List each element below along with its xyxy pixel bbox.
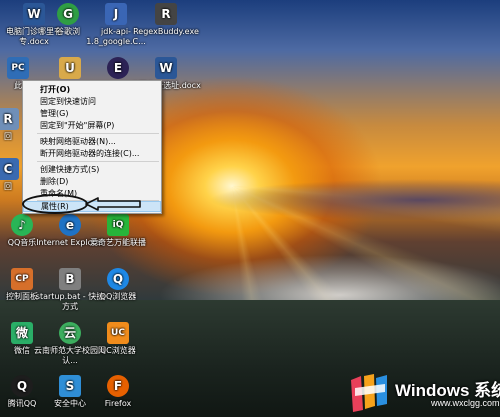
desktop-wallpaper[interactable]: W 电脑门诊哪里有专.docx G 谷歌浏 J jdk-api-1.8_goog… <box>0 0 500 417</box>
desktop-icon-firefox[interactable]: F Firefox <box>82 375 154 409</box>
menu-item-pin-start[interactable]: 固定到"开始"屏幕(P) <box>23 120 161 131</box>
watermark-logo: Windows 系统城 www.wxclgg.com <box>343 370 500 416</box>
chrome-icon: G <box>57 3 79 25</box>
desktop-icon-label: QQ浏览器 <box>99 292 137 301</box>
campus-net-icon: 云 <box>59 322 81 344</box>
qq-music-icon: ♪ <box>11 214 33 236</box>
desktop-icon-label: RegexBuddy.exe <box>133 27 199 36</box>
iqiyi-icon: iQ <box>107 214 129 236</box>
menu-separator <box>37 161 159 162</box>
menu-item-pin-quick-access[interactable]: 固定到快速访问 <box>23 96 161 107</box>
desktop-icon-iqiyi[interactable]: iQ 爱奇艺万能联播 <box>82 214 154 248</box>
ie-icon: e <box>59 214 81 236</box>
menu-separator <box>37 133 159 134</box>
menu-item-open[interactable]: 打开(O) <box>23 84 161 95</box>
desktop-icon-regexbuddy[interactable]: R RegexBuddy.exe <box>130 3 202 37</box>
regex-app-icon: R <box>155 3 177 25</box>
qq-browser-icon: Q <box>107 268 129 290</box>
menu-item-create-shortcut[interactable]: 创建快捷方式(S) <box>23 164 161 175</box>
wechat-icon: 微 <box>11 322 33 344</box>
security-center-icon: S <box>59 375 81 397</box>
watermark-url: www.wxclgg.com <box>431 398 500 408</box>
this-pc-icon: PC <box>7 57 29 79</box>
windows-logo-icon <box>351 374 387 412</box>
control-icon: C <box>0 158 19 180</box>
menu-item-disconnect-network-drive[interactable]: 断开网络驱动器的连接(C)... <box>23 148 161 159</box>
qq-icon: Q <box>11 375 33 397</box>
desktop-icon-label: UC浏览器 <box>100 346 136 355</box>
menu-item-map-network-drive[interactable]: 映射网络驱动器(N)... <box>23 136 161 147</box>
firefox-icon: F <box>107 375 129 397</box>
desktop-icon-uc-browser[interactable]: UC UC浏览器 <box>82 322 154 356</box>
user-folder-icon: U <box>59 57 81 79</box>
control-panel-icon: CP <box>11 268 33 290</box>
bat-file-icon: B <box>59 268 81 290</box>
eclipse-icon: E <box>107 57 129 79</box>
recycle-bin-icon: R <box>0 108 19 130</box>
menu-item-delete[interactable]: 删除(D) <box>23 176 161 187</box>
menu-item-manage[interactable]: 管理(G) <box>23 108 161 119</box>
desktop-icon-label: 爱奇艺万能联播 <box>90 238 146 247</box>
annotation-arrow-icon <box>85 197 141 211</box>
archive-icon: J <box>105 3 127 25</box>
annotation-ellipse <box>22 194 88 214</box>
word-doc-icon: W <box>155 57 177 79</box>
uc-browser-icon: UC <box>107 322 129 344</box>
desktop-icon-label: Firefox <box>104 399 132 408</box>
desktop-icon-qq-browser[interactable]: Q QQ浏览器 <box>82 268 154 302</box>
